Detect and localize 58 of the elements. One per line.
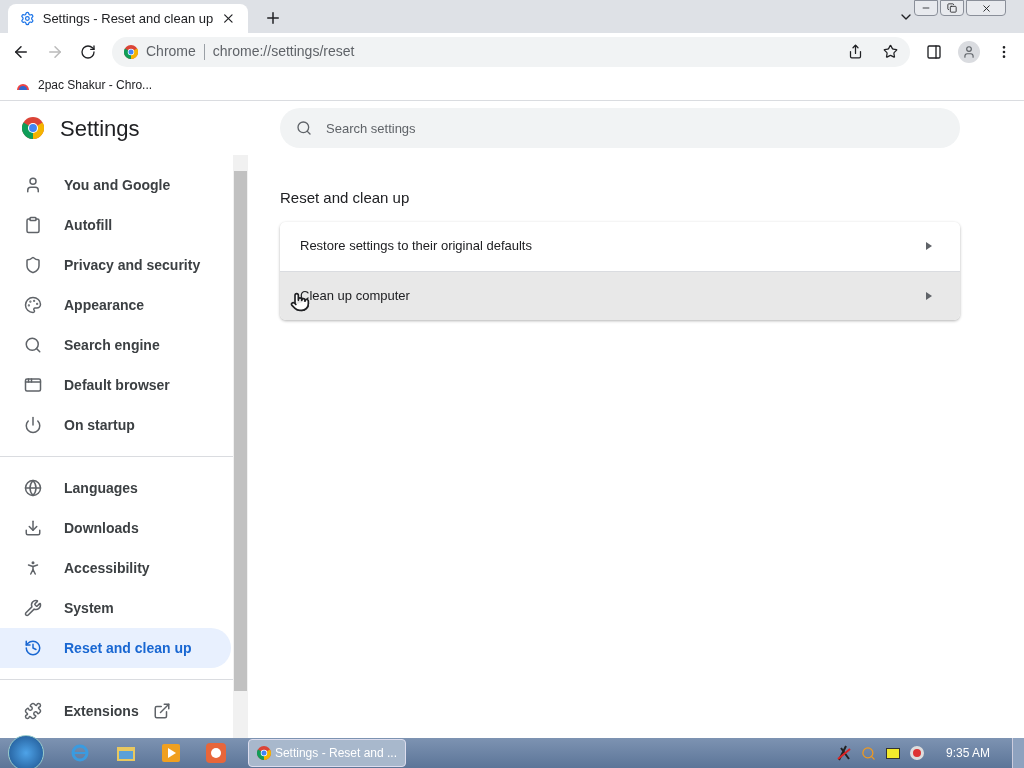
bookmark-item[interactable]: 2pac Shakur - Chro... (16, 76, 153, 94)
sidebar-item[interactable]: Privacy and security (0, 245, 231, 285)
clipboard-icon (24, 216, 42, 234)
browser-window-icon (24, 376, 42, 394)
puzzle-icon (24, 702, 42, 720)
folder-icon[interactable] (116, 744, 136, 762)
reload-icon[interactable] (80, 43, 96, 60)
browser-tab[interactable]: Settings - Reset and clean up (8, 4, 248, 33)
site-label: Chrome (146, 42, 196, 61)
caret-icon (926, 242, 932, 250)
chrome-icon (124, 44, 138, 59)
share-icon[interactable] (848, 44, 863, 59)
sidebar-item[interactable]: On startup (0, 405, 231, 445)
chrome-icon (257, 745, 271, 761)
side-panel-icon[interactable] (926, 43, 942, 60)
sidebar-item[interactable]: Languages (0, 468, 231, 508)
caret-icon (926, 291, 932, 300)
sidebar-item[interactable]: Reset and clean up (0, 628, 231, 668)
scrollbar[interactable] (233, 155, 248, 738)
settings-row[interactable]: Restore settings to their original defaults (280, 221, 960, 271)
sidebar-item[interactable]: Default browser (0, 365, 231, 405)
sidebar-item[interactable]: Extensions (0, 691, 231, 731)
address-bar[interactable]: Chrome chrome://settings/reset (112, 36, 910, 67)
sidebar-item[interactable]: Search engine (0, 325, 231, 365)
search-icon (296, 120, 312, 136)
tray-app-icon[interactable] (885, 747, 900, 759)
tab-title: Settings - Reset and clean up (42, 9, 214, 28)
close-icon[interactable] (221, 11, 236, 26)
shield-icon (24, 256, 42, 274)
power-icon (24, 416, 42, 434)
new-tab-icon[interactable] (264, 9, 282, 27)
globe-icon (24, 479, 42, 497)
sidebar-item[interactable]: System (0, 588, 231, 628)
close-icon (980, 2, 992, 14)
palette-icon (24, 296, 42, 314)
person-icon (24, 176, 42, 194)
close-window-button[interactable] (966, 0, 1006, 16)
start-button[interactable] (8, 735, 44, 768)
profile-avatar[interactable] (958, 40, 980, 63)
restore-button[interactable] (940, 0, 964, 16)
star-icon[interactable] (883, 44, 898, 59)
sidebar-item[interactable]: Downloads (0, 508, 231, 548)
section-title: Reset and clean up (280, 188, 411, 208)
search-field[interactable]: Search settings (280, 108, 960, 148)
gear-icon (20, 11, 35, 26)
settings-title: Settings (60, 114, 140, 143)
sidebar-item[interactable]: You and Google (0, 165, 231, 205)
chrome-logo-icon (22, 117, 44, 139)
history-icon (24, 639, 42, 657)
url-text: chrome://settings/reset (212, 42, 356, 61)
search-icon (24, 336, 42, 354)
sidebar-item[interactable]: Autofill (0, 205, 231, 245)
download-icon (24, 519, 42, 537)
clock-text: 9:35 AM (945, 745, 990, 762)
restore-icon (947, 3, 957, 13)
sidebar-item[interactable]: Accessibility (0, 548, 231, 588)
wrench-icon (24, 599, 42, 617)
sidebar-item[interactable]: Appearance (0, 285, 231, 325)
